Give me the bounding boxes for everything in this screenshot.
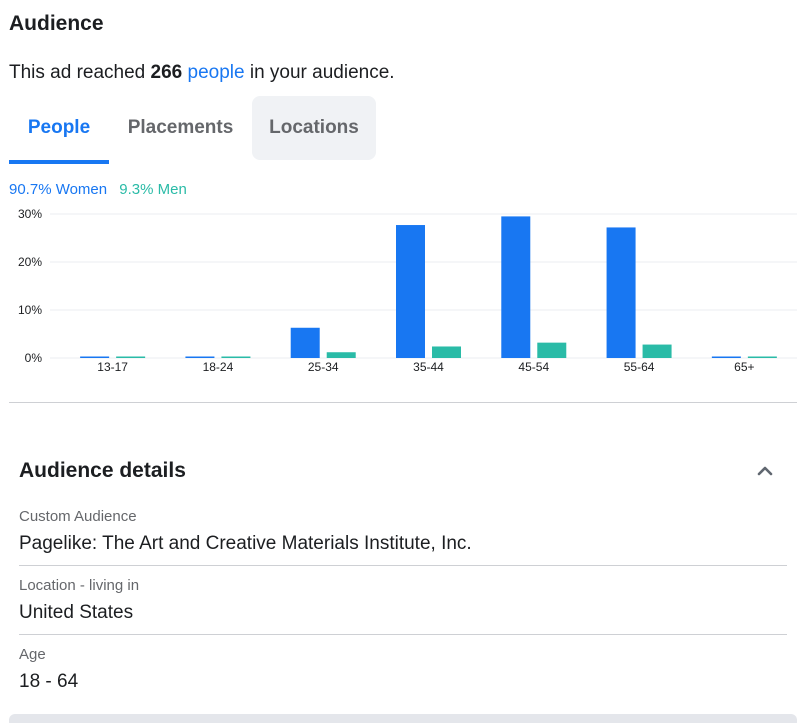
x-tick-label: 18-24 bbox=[203, 360, 234, 374]
x-tick-label: 65+ bbox=[734, 360, 754, 374]
location-value: United States bbox=[19, 602, 134, 623]
chart-divider bbox=[9, 402, 797, 403]
custom-audience-label: Custom Audience bbox=[19, 508, 137, 525]
bar-men-18-24[interactable] bbox=[221, 356, 251, 359]
bar-men-25-34[interactable] bbox=[326, 352, 356, 358]
reach-summary: This ad reached 266 people in your audie… bbox=[9, 62, 395, 84]
bar-men-55-64[interactable] bbox=[642, 344, 672, 358]
y-tick-label: 20% bbox=[18, 255, 42, 269]
gender-split-legend: 90.7% Women 9.3% Men bbox=[9, 181, 187, 198]
x-tick-label: 35-44 bbox=[413, 360, 444, 374]
audience-title: Audience bbox=[9, 12, 104, 35]
detail-divider bbox=[19, 634, 787, 635]
x-tick-label: 13-17 bbox=[97, 360, 128, 374]
bar-women-13-17[interactable] bbox=[80, 356, 110, 359]
x-tick-label: 55-64 bbox=[624, 360, 655, 374]
people-link[interactable]: people bbox=[188, 62, 245, 83]
audience-tabs: People Placements Locations bbox=[9, 96, 376, 164]
bar-men-65+[interactable] bbox=[747, 356, 777, 359]
x-tick-label: 45-54 bbox=[518, 360, 549, 374]
bar-women-35-44[interactable] bbox=[396, 225, 425, 358]
men-legend: 9.3% Men bbox=[119, 181, 187, 198]
age-label: Age bbox=[19, 646, 46, 663]
reach-suffix: in your audience. bbox=[249, 62, 395, 83]
bar-men-45-54[interactable] bbox=[537, 342, 567, 358]
tab-placements[interactable]: Placements bbox=[109, 96, 252, 160]
bar-women-55-64[interactable] bbox=[606, 227, 636, 358]
bar-men-13-17[interactable] bbox=[116, 356, 146, 359]
detail-divider bbox=[19, 565, 787, 566]
tab-locations[interactable]: Locations bbox=[252, 96, 376, 160]
bar-women-18-24[interactable] bbox=[185, 356, 215, 359]
y-tick-label: 10% bbox=[18, 303, 42, 317]
y-tick-label: 0% bbox=[25, 351, 43, 365]
bar-women-25-34[interactable] bbox=[290, 327, 320, 358]
bar-women-45-54[interactable] bbox=[501, 216, 531, 358]
chevron-up-icon[interactable] bbox=[755, 461, 775, 481]
y-tick-label: 30% bbox=[18, 207, 42, 221]
bottom-panel-edge bbox=[9, 714, 797, 723]
reach-count: 266 bbox=[150, 62, 183, 83]
x-tick-label: 25-34 bbox=[308, 360, 339, 374]
age-gender-bar-chart: 0% 10% 20% 30% 13-17 18-24 25-34 35-44 45-54 55-6… bbox=[18, 207, 797, 374]
location-label: Location - living in bbox=[19, 577, 140, 594]
bar-men-35-44[interactable] bbox=[432, 346, 461, 358]
reach-prefix: This ad reached bbox=[9, 62, 146, 83]
bar-women-65+[interactable] bbox=[711, 356, 741, 359]
age-value: 18 - 64 bbox=[19, 671, 79, 692]
audience-details-title: Audience details bbox=[19, 459, 186, 482]
custom-audience-value: Pagelike: The Art and Creative Materials… bbox=[19, 533, 472, 554]
women-legend: 90.7% Women bbox=[9, 181, 108, 198]
tab-people[interactable]: People bbox=[9, 96, 109, 164]
